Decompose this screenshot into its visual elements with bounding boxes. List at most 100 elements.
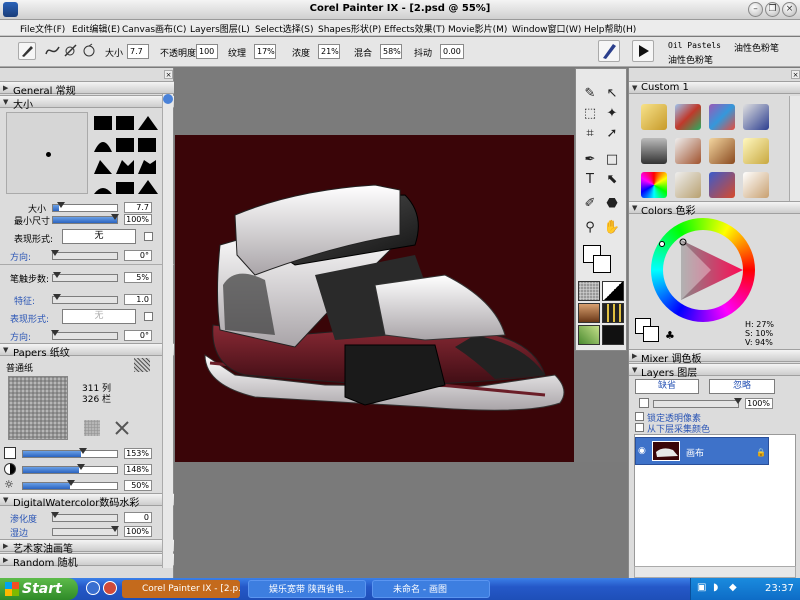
resat-field[interactable]: 21% xyxy=(318,44,340,59)
preserve-transparency-checkbox[interactable] xyxy=(635,412,644,421)
pattern-selector-icon[interactable] xyxy=(578,303,600,323)
restore-button[interactable]: ❐ xyxy=(765,2,780,17)
taskbar-item-paint[interactable]: 未命名 - 画图 xyxy=(372,580,490,598)
canvas-artboard[interactable] xyxy=(175,135,574,462)
dab-profile-grid[interactable] xyxy=(92,112,160,196)
layer-opacity-value[interactable]: 100% xyxy=(745,398,773,409)
acrylic-brush-icon[interactable] xyxy=(709,104,735,130)
menu-window[interactable]: Window窗口(W) xyxy=(512,22,581,35)
direction2-slider[interactable] xyxy=(51,330,118,340)
rect-selection-icon[interactable]: ⬚ xyxy=(581,105,599,123)
min-size-slider[interactable] xyxy=(52,214,119,224)
pencil-brush-icon[interactable] xyxy=(641,104,667,130)
clone-color-icon[interactable]: ♣ xyxy=(665,330,677,342)
brush-variant-icon[interactable] xyxy=(632,40,654,62)
palette-knife-icon[interactable] xyxy=(675,138,701,164)
diffusion-value[interactable]: 0 xyxy=(124,512,152,523)
artist-oils-section-header[interactable]: ▶ 艺术家油画笔 xyxy=(0,539,174,555)
paper-contrast-slider[interactable] xyxy=(22,464,118,474)
direction2-value[interactable]: 0° xyxy=(124,330,152,341)
stroke-straight-icon[interactable] xyxy=(62,42,80,60)
menu-movie[interactable]: Movie影片(M) xyxy=(448,22,507,35)
document-window[interactable] xyxy=(175,68,627,462)
custom-section-header[interactable]: ▼ Custom 1 xyxy=(629,81,800,94)
rectangle-shape-icon[interactable]: □ xyxy=(603,151,621,169)
crop-tool-icon[interactable]: ⌗ xyxy=(581,125,599,143)
paper-scale-value[interactable]: 153% xyxy=(124,448,152,459)
opacity-field[interactable]: 100 xyxy=(196,44,218,59)
menu-help[interactable]: Help帮助(H) xyxy=(584,22,636,35)
wet-edge-value[interactable]: 100% xyxy=(124,526,152,537)
random-section-header[interactable]: ▶ Random 随机 xyxy=(0,553,174,569)
diffusion-slider[interactable] xyxy=(51,512,118,522)
expression2-invert-checkbox[interactable] xyxy=(144,312,153,321)
taskbar-item-painter[interactable]: Corel Painter IX - [2.p... xyxy=(122,580,240,598)
close-button[interactable]: × xyxy=(782,2,797,17)
jitter-field[interactable]: 0.00 xyxy=(440,44,464,59)
brush-category-name[interactable]: Oil Pastels xyxy=(668,41,721,50)
watercolor-brush-icon[interactable] xyxy=(675,104,701,130)
menu-file[interactable]: File文件(F) xyxy=(20,22,65,35)
palette-close-icon[interactable]: × xyxy=(791,70,800,79)
paper-scale-slider[interactable] xyxy=(22,448,118,458)
quicklaunch-icon[interactable] xyxy=(86,581,100,595)
paper-selector-icon[interactable] xyxy=(578,281,600,301)
bleed-field[interactable]: 58% xyxy=(380,44,402,59)
brush-tool-icon[interactable]: ✎ xyxy=(581,85,599,103)
paper-name[interactable]: 普通纸 xyxy=(6,361,33,374)
taskbar-item-browser[interactable]: 娱乐宽带 陕西省电... xyxy=(248,580,366,598)
blender-brush-icon[interactable] xyxy=(675,172,701,198)
lock-icon[interactable]: 🔒 xyxy=(756,448,766,457)
nozzle-selector-icon[interactable] xyxy=(578,325,600,345)
brush-category-cn[interactable]: 油性色粉笔 xyxy=(734,41,779,54)
reset-tool-icon[interactable] xyxy=(80,42,98,60)
grain-field[interactable]: 17% xyxy=(254,44,276,59)
digital-watercolor-section-header[interactable]: ▼ DigitalWatercolor数码水彩 xyxy=(0,493,174,509)
paint-bucket-icon[interactable]: ⬣ xyxy=(603,195,621,213)
custom-scrollbar[interactable] xyxy=(789,96,800,206)
visibility-eye-icon[interactable]: ◉ xyxy=(638,446,648,456)
lasso-icon[interactable]: ➚ xyxy=(603,125,621,143)
size-value[interactable]: 7.7 xyxy=(124,202,152,213)
color-secondary-swatch[interactable] xyxy=(643,326,659,342)
chalk-brush-icon[interactable] xyxy=(709,138,735,164)
feature-value[interactable]: 1.0 xyxy=(124,294,152,305)
layer-row[interactable]: ◉ 画布 🔒 xyxy=(635,437,769,465)
magic-wand-icon[interactable]: ✦ xyxy=(603,105,621,123)
general-section-header[interactable]: ▶ General 常规 xyxy=(0,81,174,97)
camera-brush-icon[interactable] xyxy=(641,138,667,164)
paper-scale-icon[interactable] xyxy=(114,420,130,436)
text-tool-icon[interactable]: T xyxy=(581,171,599,189)
menu-effects[interactable]: Effects效果(T) xyxy=(384,22,445,35)
paper-brightness-value[interactable]: 50% xyxy=(124,480,152,491)
weaving-selector-icon[interactable] xyxy=(602,303,624,323)
paper-brightness-slider[interactable] xyxy=(22,480,118,490)
paper-invert-icon[interactable] xyxy=(84,420,100,436)
shape-selection-icon[interactable]: ⬉ xyxy=(603,171,621,189)
oil-brush-icon[interactable] xyxy=(743,104,769,130)
size-slider[interactable] xyxy=(52,202,118,212)
stroke-freehand-icon[interactable] xyxy=(44,42,62,60)
ime-icon[interactable]: ◆ xyxy=(729,582,737,593)
menu-shapes[interactable]: Shapes形状(P) xyxy=(318,22,381,35)
additional-color-swatch[interactable] xyxy=(593,255,611,273)
menu-layers[interactable]: Layers图层(L) xyxy=(190,22,250,35)
menu-select[interactable]: Select选择(S) xyxy=(255,22,314,35)
color-brush-icon[interactable] xyxy=(641,172,667,198)
menu-edit[interactable]: Edit编辑(E) xyxy=(72,22,120,35)
look-selector-icon[interactable] xyxy=(602,325,624,345)
direction-slider[interactable] xyxy=(51,250,118,260)
hue-marker[interactable] xyxy=(659,241,665,247)
pick-up-color-checkbox[interactable] xyxy=(635,423,644,432)
magnifier-icon[interactable]: ⚲ xyxy=(581,219,599,237)
brush-category-icon[interactable] xyxy=(598,40,620,62)
grabber-hand-icon[interactable]: ✋ xyxy=(603,219,621,237)
crayon-brush-icon[interactable] xyxy=(743,138,769,164)
colors-section-header[interactable]: ▼ Colors 色彩 xyxy=(629,201,800,217)
expression-dropdown[interactable]: 无 xyxy=(62,229,136,244)
network-icon[interactable]: ▣ xyxy=(697,582,706,593)
layer-opacity-slider[interactable] xyxy=(653,398,742,408)
mixer-section-header[interactable]: ▶ Mixer 调色板 xyxy=(629,349,800,365)
volume-icon[interactable]: ◗ xyxy=(713,582,718,593)
paper-contrast-value[interactable]: 148% xyxy=(124,464,152,475)
